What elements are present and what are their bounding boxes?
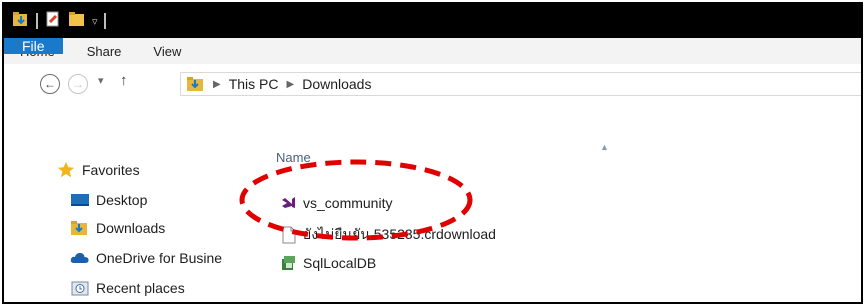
forward-button[interactable]: →	[68, 74, 88, 94]
new-folder-icon[interactable]	[68, 10, 86, 33]
generic-file-icon	[280, 226, 298, 244]
nav-item-downloads[interactable]: Downloads	[70, 220, 165, 236]
file-name: ยังไม่ยืนยัน 535235.crdownload	[303, 226, 496, 242]
ribbon-tabs: File Home Share View	[4, 38, 861, 65]
nav-item-recent-places[interactable]: Recent places	[70, 280, 185, 296]
nav-item-label: OneDrive for Busine	[96, 250, 223, 266]
breadcrumb-this-pc[interactable]: This PC	[229, 76, 279, 92]
file-item-crdownload[interactable]: ยังไม่ยืนยัน 535235.crdownload	[280, 224, 496, 246]
toolbar-separator	[36, 13, 38, 29]
downloads-folder-icon	[187, 76, 205, 92]
back-arrow-icon: ←	[44, 77, 56, 91]
installer-package-icon	[280, 254, 298, 272]
nav-item-label: Recent places	[96, 280, 185, 296]
quick-access-toolbar: ▿	[12, 10, 106, 32]
breadcrumb-chevron-icon[interactable]: ▶	[213, 79, 221, 90]
visual-studio-icon	[280, 194, 298, 212]
forward-arrow-icon: →	[72, 77, 84, 91]
nav-item-favorites[interactable]: Favorites	[56, 161, 140, 178]
toolbar-separator	[103, 13, 106, 29]
column-header-name[interactable]: Name	[276, 150, 311, 165]
properties-icon[interactable]	[44, 10, 62, 33]
nav-item-label: Downloads	[96, 220, 166, 236]
tab-share[interactable]: Share	[71, 38, 138, 64]
tab-view[interactable]: View	[137, 38, 197, 64]
navigation-pane: Favorites Desktop Downloads OneDrive for…	[4, 104, 252, 302]
file-item-sqllocaldb[interactable]: SqlLocalDB	[280, 254, 376, 272]
recent-locations-chevron-icon[interactable]: ▾	[98, 74, 104, 87]
customize-toolbar-chevron-icon[interactable]: ▿	[92, 15, 98, 28]
title-bar: ▿	[4, 4, 861, 38]
up-arrow-icon[interactable]: ↑	[120, 72, 128, 89]
file-item-vs-community[interactable]: vs_community	[280, 194, 392, 212]
explorer-window: ▿ File Home Share View ← → ▾ ↑ ▶	[2, 2, 863, 304]
folder-arrow-icon[interactable]	[12, 10, 30, 33]
breadcrumb-chevron-icon[interactable]: ▶	[287, 79, 295, 90]
back-button[interactable]: ←	[40, 74, 60, 94]
address-bar[interactable]: ▶ This PC ▶ Downloads	[180, 72, 861, 96]
navigation-bar: ← → ▾ ↑ ▶ This PC ▶ Downloads	[4, 64, 861, 104]
nav-item-label: Desktop	[96, 192, 148, 208]
onedrive-icon	[70, 250, 90, 266]
nav-item-onedrive[interactable]: OneDrive for Busine	[70, 250, 222, 266]
file-name: vs_community	[303, 195, 393, 211]
file-name: SqlLocalDB	[303, 255, 377, 271]
downloads-folder-icon	[70, 220, 90, 236]
sort-ascending-icon: ▲	[600, 142, 609, 152]
star-icon	[56, 161, 76, 178]
tab-file[interactable]: File	[4, 38, 63, 54]
breadcrumb-downloads[interactable]: Downloads	[302, 76, 371, 92]
nav-item-label: Favorites	[82, 162, 140, 178]
recent-places-icon	[70, 280, 90, 296]
desktop-icon	[70, 192, 90, 208]
nav-item-desktop[interactable]: Desktop	[70, 192, 147, 208]
